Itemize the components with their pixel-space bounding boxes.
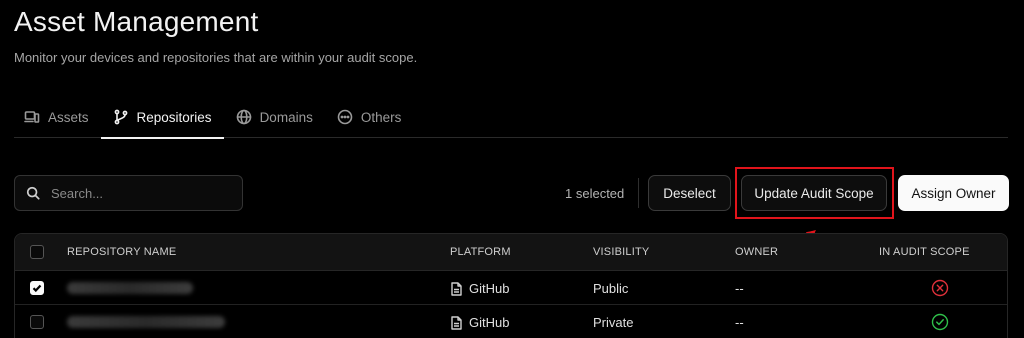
owner-cell: --	[735, 281, 744, 296]
toolbar-divider	[638, 178, 639, 208]
tab-others-label: Others	[360, 109, 402, 125]
table-row[interactable]: GitHub Private --	[15, 305, 1007, 338]
column-header-repository-name[interactable]: REPOSITORY NAME	[67, 246, 176, 258]
annotation-highlight-box	[735, 167, 894, 219]
tab-others[interactable]: Others	[325, 96, 414, 138]
page-subtitle: Monitor your devices and repositories th…	[14, 50, 418, 65]
row-checkbox[interactable]	[30, 315, 44, 329]
selected-count: 1 selected	[565, 186, 625, 201]
in-scope-check-icon	[931, 313, 949, 331]
redacted-repository-name	[67, 282, 193, 294]
select-all-checkbox[interactable]	[30, 245, 44, 259]
visibility-cell: Public	[593, 281, 629, 296]
table-row[interactable]: GitHub Public --	[15, 271, 1007, 305]
file-icon	[451, 281, 462, 296]
tab-bar: Assets Repositories Domains Others	[14, 96, 1008, 139]
search-input[interactable]	[51, 185, 231, 201]
not-in-scope-x-icon	[931, 279, 949, 297]
file-icon	[451, 315, 462, 330]
row-checkbox[interactable]	[30, 281, 44, 295]
column-header-owner[interactable]: OWNER	[735, 246, 778, 258]
tab-assets[interactable]: Assets	[14, 96, 101, 138]
tab-assets-label: Assets	[48, 109, 89, 125]
search-icon	[26, 186, 40, 200]
column-header-visibility[interactable]: VISIBILITY	[593, 246, 649, 258]
globe-icon	[236, 109, 251, 125]
column-header-platform[interactable]: PLATFORM	[450, 246, 511, 258]
platform-label: GitHub	[469, 315, 510, 330]
page-title: Asset Management	[14, 6, 259, 37]
platform-label: GitHub	[469, 281, 510, 296]
tab-domains-label: Domains	[259, 109, 313, 125]
tab-domains[interactable]: Domains	[224, 96, 325, 138]
search-box[interactable]	[14, 175, 243, 211]
platform-cell: GitHub	[450, 315, 509, 330]
platform-cell: GitHub	[450, 281, 509, 296]
repositories-table: REPOSITORY NAME PLATFORM VISIBILITY OWNE…	[14, 233, 1008, 338]
tab-repositories-label: Repositories	[136, 109, 212, 125]
table-header: REPOSITORY NAME PLATFORM VISIBILITY OWNE…	[15, 234, 1007, 271]
tab-repositories[interactable]: Repositories	[100, 96, 224, 139]
assign-owner-button[interactable]: Assign Owner	[898, 175, 1009, 211]
column-header-in-audit-scope[interactable]: IN AUDIT SCOPE	[879, 246, 970, 258]
visibility-cell: Private	[593, 315, 634, 330]
redacted-repository-name	[67, 316, 225, 328]
deselect-button[interactable]: Deselect	[648, 175, 731, 211]
owner-cell: --	[735, 315, 744, 330]
checkmark-icon	[32, 284, 42, 293]
ellipsis-circle-icon	[337, 109, 353, 125]
devices-icon	[24, 111, 40, 123]
git-branch-icon	[114, 109, 127, 125]
